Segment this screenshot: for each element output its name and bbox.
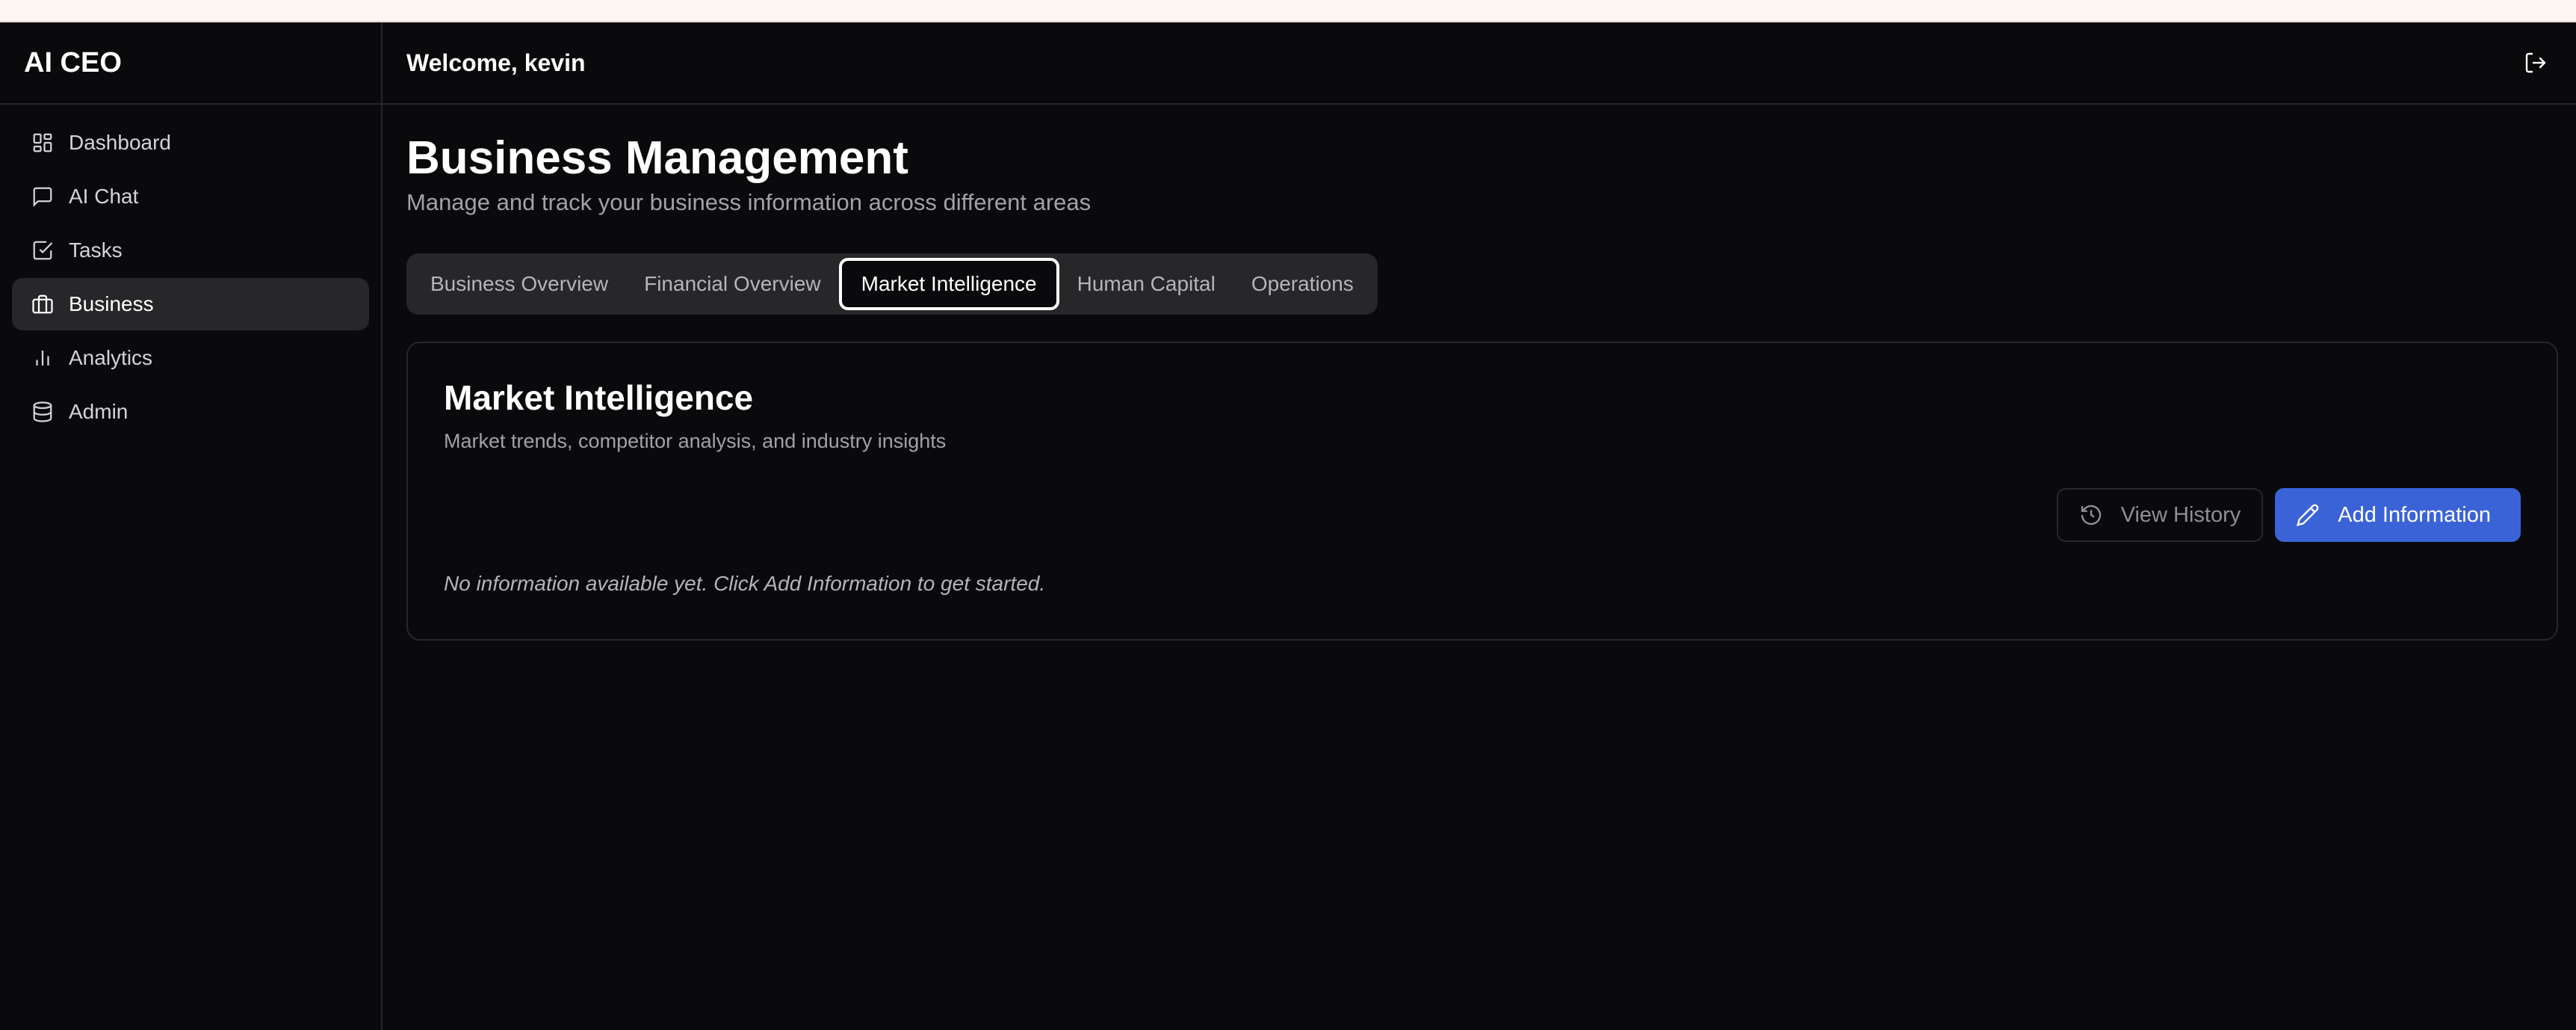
browser-bookmarks-strip — [0, 0, 2576, 22]
page-subtitle: Manage and track your business informati… — [406, 189, 1092, 215]
check-square-icon — [33, 241, 53, 260]
view-history-button[interactable]: View History — [2056, 488, 2264, 542]
empty-state-message: No information available yet. Click Add … — [444, 572, 1046, 595]
logout-icon — [2525, 52, 2546, 73]
card-description: Market trends, competitor analysis, and … — [444, 430, 947, 452]
sidebar-item-dashboard[interactable]: Dashboard — [12, 117, 369, 169]
tab-list: Business Overview Financial Overview Mar… — [406, 253, 1378, 315]
sidebar-item-label: Admin — [69, 400, 129, 423]
main-content: Business Management Manage and track you… — [406, 105, 2558, 641]
tab-business-overview[interactable]: Business Overview — [412, 258, 626, 310]
tab-market-intelligence[interactable]: Market Intelligence — [838, 258, 1059, 310]
sidebar-item-ai-chat[interactable]: AI Chat — [12, 170, 369, 223]
logout-button[interactable] — [2519, 46, 2552, 79]
sidebar-item-label: Dashboard — [69, 131, 171, 154]
sidebar: AI CEO Dashboard AI Chat Tasks Business … — [0, 22, 383, 1030]
sidebar-item-tasks[interactable]: Tasks — [12, 224, 369, 277]
sidebar-item-business[interactable]: Business — [12, 278, 369, 330]
sidebar-item-label: AI Chat — [69, 185, 139, 208]
sidebar-item-admin[interactable]: Admin — [12, 386, 369, 438]
sidebar-item-label: Analytics — [69, 346, 153, 369]
app-brand: AI CEO — [0, 22, 381, 105]
sidebar-item-analytics[interactable]: Analytics — [12, 332, 369, 384]
pencil-icon — [2297, 504, 2319, 527]
add-information-button[interactable]: Add Information — [2275, 488, 2521, 542]
briefcase-icon — [32, 294, 53, 314]
layout-grid-icon — [33, 133, 52, 152]
database-icon — [33, 401, 52, 422]
view-history-label: View History — [2120, 502, 2241, 527]
market-intelligence-card: Market Intelligence Market trends, compe… — [406, 342, 2558, 641]
history-icon — [2081, 505, 2101, 525]
card-actions: View History Add Information — [2056, 488, 2521, 542]
page-title: Business Management — [406, 132, 908, 184]
sidebar-item-label: Tasks — [69, 238, 123, 262]
top-bar: Welcome, kevin — [383, 22, 2576, 105]
welcome-message: Welcome, kevin — [406, 49, 586, 76]
bar-chart-icon — [36, 351, 49, 366]
message-square-icon — [33, 187, 52, 207]
tab-human-capital[interactable]: Human Capital — [1059, 258, 1233, 310]
sidebar-nav: Dashboard AI Chat Tasks Business Analyti… — [0, 105, 381, 438]
tab-operations[interactable]: Operations — [1233, 258, 1372, 310]
sidebar-item-label: Business — [69, 292, 154, 315]
add-information-label: Add Information — [2338, 502, 2491, 527]
tab-financial-overview[interactable]: Financial Overview — [626, 258, 839, 310]
card-title: Market Intelligence — [444, 378, 754, 417]
